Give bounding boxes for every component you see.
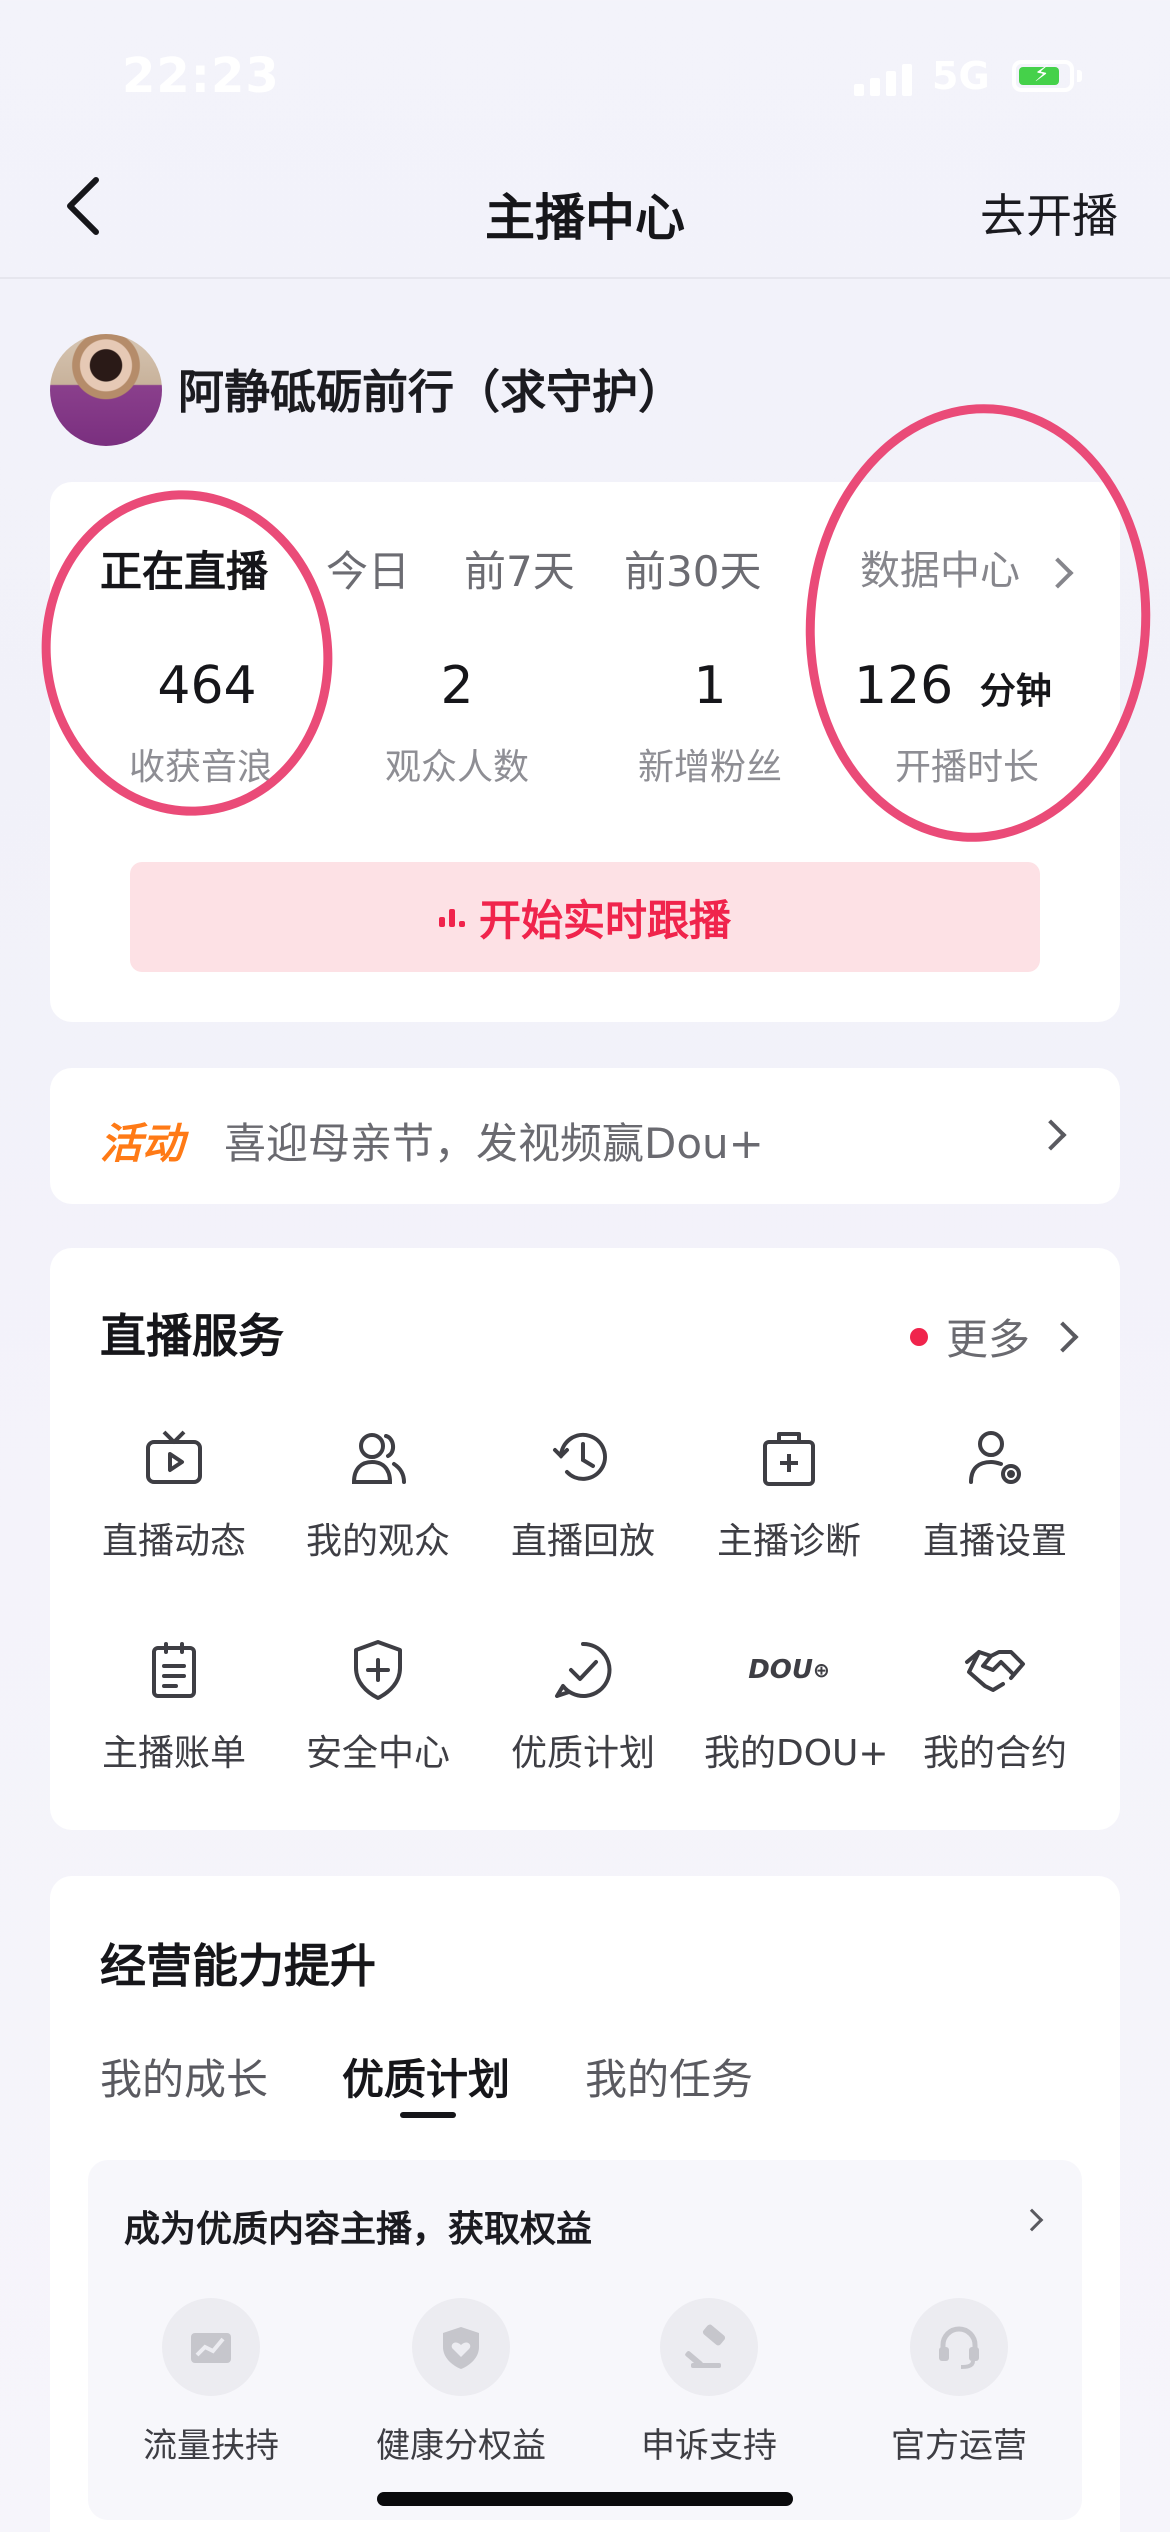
service-my-audience[interactable]: 我的观众 xyxy=(293,1426,463,1564)
service-replay[interactable]: 直播回放 xyxy=(498,1426,668,1564)
clipboard-icon xyxy=(142,1638,206,1702)
service-bill[interactable]: 主播账单 xyxy=(89,1638,259,1776)
services-more-link[interactable]: 更多 xyxy=(909,1306,1079,1367)
service-dou-plus[interactable]: DOU ⊕ 我的DOU+ xyxy=(704,1638,889,1776)
service-label: 直播回放 xyxy=(510,1521,655,1562)
nav-divider xyxy=(0,277,1170,279)
chat-check-icon xyxy=(551,1638,615,1702)
medical-kit-icon xyxy=(757,1426,821,1490)
services-title: 直播服务 xyxy=(100,1309,284,1363)
stat-value-new-fans: 1 xyxy=(693,656,727,716)
benefit-label: 官方运营 xyxy=(891,2426,1027,2466)
service-live-feed[interactable]: 直播动态 xyxy=(89,1426,259,1564)
activity-tag: 活动 xyxy=(100,1119,185,1168)
service-label: 优质计划 xyxy=(510,1733,655,1774)
tab-my-growth[interactable]: 我的成长 xyxy=(100,2046,268,2107)
benefit-appeal[interactable]: 申诉支持 xyxy=(609,2298,809,2467)
benefit-traffic[interactable]: 流量扶持 xyxy=(111,2298,311,2467)
handshake-icon xyxy=(963,1638,1027,1702)
service-label: 我的DOU+ xyxy=(704,1733,889,1774)
shield-plus-icon xyxy=(346,1638,410,1702)
user-settings-icon xyxy=(963,1426,1027,1490)
benefits-chevron-icon xyxy=(1020,2208,1044,2232)
traffic-chart-icon xyxy=(162,2298,260,2396)
battery-tip xyxy=(1077,70,1082,82)
service-label: 我的合约 xyxy=(922,1733,1067,1774)
service-label: 主播账单 xyxy=(101,1733,246,1774)
users-icon xyxy=(346,1426,410,1490)
stat-value-viewers: 2 xyxy=(440,656,474,716)
status-time: 22:23 xyxy=(122,48,280,104)
benefit-label: 流量扶持 xyxy=(143,2426,279,2466)
chevron-right-icon xyxy=(1047,1320,1079,1353)
benefit-label: 申诉支持 xyxy=(641,2426,777,2466)
start-follow-button[interactable]: 开始实时跟播 xyxy=(130,862,1040,972)
headset-icon xyxy=(910,2298,1008,2396)
signal-icon xyxy=(854,60,912,96)
dou-plus-icon: DOU ⊕ xyxy=(748,1655,830,1685)
service-settings[interactable]: 直播设置 xyxy=(910,1426,1080,1564)
tab-my-tasks[interactable]: 我的任务 xyxy=(585,2046,753,2107)
more-label: 更多 xyxy=(945,1315,1030,1364)
service-label: 我的观众 xyxy=(305,1521,450,1562)
tab-quality-plan[interactable]: 优质计划 xyxy=(342,2046,510,2107)
benefit-official-ops[interactable]: 官方运营 xyxy=(859,2298,1059,2467)
tab-today[interactable]: 今日 xyxy=(326,538,410,599)
benefits-card-title: 成为优质内容主播，获取权益 xyxy=(124,2209,593,2250)
network-label: 5G xyxy=(932,54,990,98)
home-indicator[interactable] xyxy=(377,2492,793,2506)
service-label: 直播动态 xyxy=(101,1521,246,1562)
avatar[interactable] xyxy=(50,334,162,446)
service-label: 直播设置 xyxy=(922,1521,1067,1562)
service-diagnosis[interactable]: 主播诊断 xyxy=(704,1426,874,1564)
start-follow-label: 开始实时跟播 xyxy=(478,895,731,945)
stat-label-viewers: 观众人数 xyxy=(384,747,529,788)
live-bars-icon xyxy=(438,907,465,927)
service-quality-plan[interactable]: 优质计划 xyxy=(498,1638,668,1776)
notification-dot xyxy=(909,1327,928,1346)
go-live-button[interactable]: 去开播 xyxy=(980,180,1118,246)
activity-text: 喜迎母亲节，发视频赢Dou+ xyxy=(224,1119,764,1168)
profile-name: 阿静砥砺前行（求守护） xyxy=(178,365,684,419)
active-tab-indicator xyxy=(400,2112,456,2118)
activity-chevron-icon xyxy=(1035,1119,1067,1151)
tab-30-days[interactable]: 前30天 xyxy=(624,538,761,599)
tv-play-icon xyxy=(142,1426,206,1490)
service-label: 安全中心 xyxy=(305,1733,450,1774)
growth-title: 经营能力提升 xyxy=(100,1939,376,1993)
gavel-icon xyxy=(660,2298,758,2396)
benefit-health-score[interactable]: 健康分权益 xyxy=(361,2298,561,2467)
stat-label-new-fans: 新增粉丝 xyxy=(637,747,782,788)
battery-icon: ⚡ xyxy=(1012,60,1074,92)
benefit-label: 健康分权益 xyxy=(376,2426,546,2466)
shield-heart-icon xyxy=(412,2298,510,2396)
service-contract[interactable]: 我的合约 xyxy=(910,1638,1080,1776)
tab-7-days[interactable]: 前7天 xyxy=(464,538,575,599)
history-clock-icon xyxy=(551,1426,615,1490)
service-security[interactable]: 安全中心 xyxy=(293,1638,463,1776)
service-label: 主播诊断 xyxy=(716,1521,861,1562)
